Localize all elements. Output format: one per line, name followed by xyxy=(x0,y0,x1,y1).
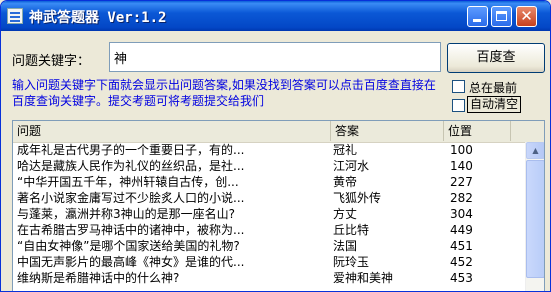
position-cell: 140 xyxy=(450,159,473,173)
column-header-answer[interactable]: 答案 xyxy=(331,121,444,141)
keyword-label: 问题关键字： xyxy=(12,54,91,69)
close-icon: ✕ xyxy=(520,7,533,25)
list-header: 问题 答案 位置 xyxy=(13,121,544,143)
answer-cell: 黄帝 xyxy=(333,175,358,189)
minimize-button[interactable] xyxy=(467,6,488,27)
answer-cell: 阮玲玉 xyxy=(333,255,370,269)
app-icon[interactable] xyxy=(7,8,23,24)
scroll-thumb[interactable] xyxy=(526,160,544,278)
position-cell: 449 xyxy=(450,223,473,237)
maximize-button[interactable] xyxy=(491,6,512,27)
position-cell: 453 xyxy=(450,271,473,285)
auto-clear-checkbox[interactable] xyxy=(452,99,465,112)
keyword-input[interactable] xyxy=(109,42,441,72)
question-cell: 维纳斯是希腊神话中的什么神? xyxy=(17,271,180,285)
question-cell: 中国无声影片的最高峰《神女》是谁的代... xyxy=(17,255,245,269)
close-button[interactable]: ✕ xyxy=(516,6,537,27)
always-on-top-label[interactable]: 总在最前 xyxy=(469,79,517,96)
hint-text: 输入问题关键字下面就会显示出问题答案,如果没找到答案可以点击百度查直接在百度查询… xyxy=(12,78,436,108)
answer-cell: 江河水 xyxy=(333,159,370,173)
always-on-top-checkbox[interactable] xyxy=(452,80,465,93)
table-row[interactable]: 哈达是藏族人民作为礼仪的丝织品，是社... 江河水 140 xyxy=(13,158,511,174)
position-cell: 227 xyxy=(450,175,473,189)
answer-cell: 法国 xyxy=(333,239,358,253)
question-list[interactable]: 问题 答案 位置 成年礼是古代男子的一个重要日子，有的... 冠礼 100 哈达… xyxy=(12,120,545,291)
table-row[interactable]: 与蓬莱，瀛洲并称3神山的是那一座名山? 方丈 304 xyxy=(13,206,511,222)
maximize-icon xyxy=(496,11,507,21)
position-cell: 282 xyxy=(450,191,473,205)
answer-cell: 飞狐外传 xyxy=(333,191,382,205)
column-header-question[interactable]: 问题 xyxy=(13,121,331,141)
answer-cell: 方丈 xyxy=(333,207,358,221)
question-cell: “中华开国五千年，神州轩辕自古传，创... xyxy=(17,175,239,189)
minimize-icon xyxy=(473,19,481,22)
question-cell: 哈达是藏族人民作为礼仪的丝织品，是社... xyxy=(17,159,245,173)
question-cell: 在古希腊古罗马神话中的诸神中，被称为... xyxy=(17,223,245,237)
table-row[interactable]: 中国无声影片的最高峰《神女》是谁的代... 阮玲玉 452 xyxy=(13,254,511,270)
answer-cell: 爱神和美神 xyxy=(333,271,394,285)
position-cell: 100 xyxy=(450,143,473,157)
auto-clear-label[interactable]: 自动清空 xyxy=(467,96,522,113)
question-cell: “自由女神像”是哪个国家送给美国的礼物? xyxy=(17,239,240,253)
app-window: 神武答题器 Ver:1.2 ✕ 问题关键字： 百度查 输入问题关键字下面就会显示… xyxy=(0,0,551,292)
table-row[interactable]: “中华开国五千年，神州轩辕自古传，创... 黄帝 227 xyxy=(13,174,511,190)
column-header-position[interactable]: 位置 xyxy=(444,121,511,141)
table-row[interactable]: 维纳斯是希腊神话中的什么神? 爱神和美神 453 xyxy=(13,270,511,286)
table-row[interactable]: 在古希腊古罗马神话中的诸神中，被称为... 丘比特 449 xyxy=(13,222,511,238)
question-cell: 著名小说家金庸写过不少脍炙人口的小说... xyxy=(17,191,245,205)
scroll-up-icon[interactable]: ▲ xyxy=(526,142,544,159)
vertical-scrollbar[interactable]: ▲ xyxy=(525,142,544,291)
position-cell: 452 xyxy=(450,255,473,269)
answer-cell: 丘比特 xyxy=(333,223,370,237)
table-row[interactable]: 成年礼是古代男子的一个重要日子，有的... 冠礼 100 xyxy=(13,142,511,158)
title-bar[interactable]: 神武答题器 Ver:1.2 ✕ xyxy=(1,1,550,31)
table-row[interactable]: 著名小说家金庸写过不少脍炙人口的小说... 飞狐外传 282 xyxy=(13,190,511,206)
question-cell: 成年礼是古代男子的一个重要日子，有的... xyxy=(17,143,245,157)
position-cell: 451 xyxy=(450,239,473,253)
window-title: 神武答题器 Ver:1.2 xyxy=(29,10,167,26)
position-cell: 304 xyxy=(450,207,473,221)
baidu-search-button[interactable]: 百度查 xyxy=(447,43,545,73)
question-cell: 与蓬莱，瀛洲并称3神山的是那一座名山? xyxy=(17,207,236,221)
answer-cell: 冠礼 xyxy=(333,143,358,157)
table-row[interactable]: “自由女神像”是哪个国家送给美国的礼物? 法国 451 xyxy=(13,238,511,254)
